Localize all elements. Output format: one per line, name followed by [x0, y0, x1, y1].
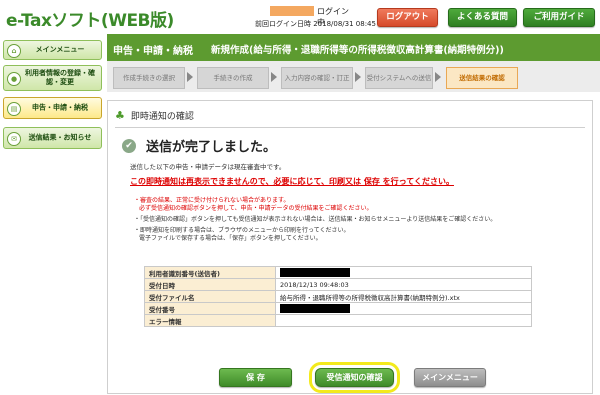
divider — [115, 127, 585, 128]
table-row: 受付番号 — [144, 302, 532, 315]
bullet-text: 審査の結果、正常に受け付けられない場合があります。 — [140, 197, 290, 204]
step-label: 入力内容の確認・訂正 — [284, 74, 350, 82]
notification-panel: ♣ 即時通知の確認 ✔ 送信が完了しました。 送信した以下の申告・申請データは現在… — [107, 100, 593, 394]
chevron-right-icon — [187, 72, 193, 82]
bullet-print: ・即時通知を印刷する場合は、ブラウザのメニューから印刷を行ってください。 — [134, 227, 350, 234]
step-5-current: 送信結果の確認 — [446, 67, 518, 89]
login-user-name — [270, 6, 314, 16]
sidebar-item-label: メインメニュー — [35, 45, 85, 54]
sidebar-item-results[interactable]: ✉ 送信結果・お知らせ — [3, 127, 102, 149]
row-label: 利用者識別番号(送信者) — [144, 266, 276, 279]
progress-steps: 作成手続きの選択 手続きの作成 入力内容の確認・訂正 受付システムへの送信 送信… — [107, 61, 600, 92]
bullet-save: 電子ファイルで保存する場合は、「保存」ボタンを押してください。 — [139, 235, 322, 242]
sidebar-item-filing[interactable]: ▤ 申告・申請・納税 — [3, 97, 102, 119]
sidebar-item-label: 申告・申請・納税 — [32, 103, 88, 112]
faq-button[interactable]: よくある質問 — [448, 8, 517, 27]
content-title-bar: 申告・申請・納税 新規作成(給与所得・退職所得等の所得税徴収高計算書(納期特例分… — [107, 34, 600, 61]
chevron-right-icon — [435, 72, 441, 82]
row-label: 受付番号 — [144, 302, 276, 315]
row-label: エラー情報 — [144, 314, 276, 327]
step-2: 手続きの作成 — [197, 67, 269, 89]
check-icon: ✔ — [122, 138, 136, 153]
completion-message: ✔ 送信が完了しました。 — [122, 136, 276, 155]
step-label: 送信結果の確認 — [459, 74, 505, 82]
save-button[interactable]: 保 存 — [219, 368, 292, 387]
login-info: ログイン中 前回ログイン日時 2018/08/31 08:45 — [255, 4, 376, 30]
main-menu-button[interactable]: メインメニュー — [414, 368, 486, 387]
sidebar-item-label: 利用者情報の登録・確認・変更 — [25, 69, 95, 86]
panel-title: ♣ 即時通知の確認 — [115, 109, 194, 122]
row-value — [275, 266, 532, 279]
page-subtitle: 新規作成(給与所得・退職所得等の所得税徴収高計算書(納期特例分)) — [211, 45, 504, 56]
step-label: 作成手続きの選択 — [123, 74, 175, 82]
completion-text: 送信が完了しました。 — [146, 140, 277, 155]
bullet-review-result: ・審査の結果、正常に受け付けられない場合があります。 — [134, 197, 290, 204]
bullet-receipt-notice: ・「受信通知の確認」ボタンを押しても受信通知が表示されない場合は、送信結果・お知… — [134, 216, 497, 223]
app-header: e-Taxソフト(WEB版) ログイン中 前回ログイン日時 2018/08/31… — [0, 0, 600, 34]
step-label: 手続きの作成 — [213, 74, 253, 82]
document-icon: ▤ — [7, 102, 21, 116]
section-title: 申告・申請・納税 — [113, 46, 193, 57]
sidebar-item-label: 送信結果・お知らせ — [28, 133, 92, 142]
logout-button[interactable]: ログアウト — [377, 8, 438, 27]
row-value — [275, 314, 532, 327]
etax-logo: e-Taxソフト(WEB版) — [6, 11, 174, 31]
table-row: 受付ファイル名 給与所得・退職所得等の所得税徴収高計算書(納期特例分).xtx — [144, 290, 532, 303]
table-row: 利用者識別番号(送信者) — [144, 266, 532, 279]
row-value — [275, 302, 532, 315]
chevron-right-icon — [271, 72, 277, 82]
bullet-review-result-detail: 必ず受信通知の確認ボタンを押して、申告・申請データの受付結果をご確認ください。 — [139, 205, 373, 212]
row-label: 受付ファイル名 — [144, 290, 276, 303]
step-3: 入力内容の確認・訂正 — [281, 67, 353, 89]
step-4: 受付システムへの送信 — [365, 67, 433, 89]
table-row: 受付日時 2018/12/13 09:48:03 — [144, 278, 532, 291]
panel-title-text: 即時通知の確認 — [130, 112, 194, 122]
chevron-right-icon — [355, 72, 361, 82]
sidebar-item-user-info[interactable]: ● 利用者情報の登録・確認・変更 — [3, 65, 102, 91]
save-warning: この即時通知は再表示できませんので、必要に応じて、印刷又は 保存 を行ってくださ… — [130, 177, 454, 186]
last-login-time: 前回ログイン日時 2018/08/31 08:45 — [255, 20, 376, 28]
row-value: 2018/12/13 09:48:03 — [275, 278, 532, 291]
row-label: 受付日時 — [144, 278, 276, 291]
user-icon: ● — [7, 72, 21, 86]
table-row: エラー情報 — [144, 314, 532, 327]
step-1: 作成手続きの選択 — [113, 67, 185, 89]
bullet-text: 「受信通知の確認」ボタンを押しても受信通知が表示されない場合は、送信結果・お知ら… — [140, 216, 497, 223]
home-icon: ⌂ — [7, 44, 21, 58]
row-value: 給与所得・退職所得等の所得税徴収高計算書(納期特例分).xtx — [275, 290, 532, 303]
bullet-text: 即時通知を印刷する場合は、ブラウザのメニューから印刷を行ってください。 — [140, 227, 350, 234]
mail-icon: ✉ — [7, 132, 21, 146]
guide-button[interactable]: ご利用ガイド — [523, 8, 595, 27]
sidebar-item-main-menu[interactable]: ⌂ メインメニュー — [3, 40, 102, 60]
receipt-info-table: 利用者識別番号(送信者) 受付日時 2018/12/13 09:48:03 受付… — [144, 266, 532, 327]
redacted-value — [280, 268, 350, 277]
clover-icon: ♣ — [115, 109, 125, 122]
redacted-value — [280, 304, 350, 313]
sidebar: ⌂ メインメニュー ● 利用者情報の登録・確認・変更 ▤ 申告・申請・納税 ✉ … — [0, 34, 104, 395]
confirm-receipt-button[interactable]: 受信通知の確認 — [309, 362, 400, 393]
step-label: 受付システムへの送信 — [366, 74, 432, 82]
review-notice: 送信した以下の申告・申請データは現在審査中です。 — [130, 163, 286, 171]
